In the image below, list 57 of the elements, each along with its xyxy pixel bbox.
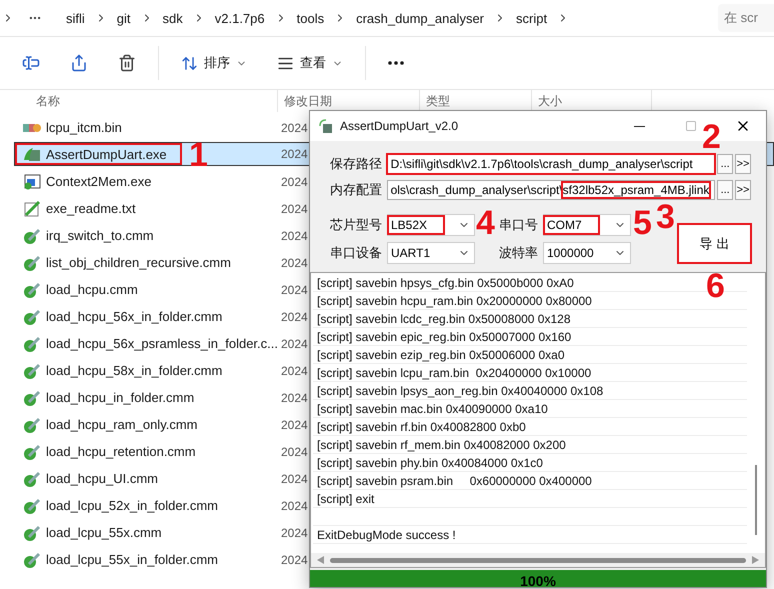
log-line: [script] savebin lcdc_reg.bin 0x50008000 0x128 [313, 310, 747, 328]
file-name: load_hcpu_56x_psramless_in_folder.c... [15, 331, 279, 356]
date-cell-text: 2024 [280, 526, 309, 540]
date-cell-text: 2024 [280, 364, 309, 378]
date-cell-text: 2024 [280, 390, 309, 404]
annotation-number: 2 [702, 120, 721, 154]
annotation-number: 1 [189, 138, 208, 172]
annotation-number: 5 [633, 206, 652, 240]
date-cell-text: 2024 [280, 147, 309, 161]
log-line: [script] savebin rf.bin 0x40082800 0xb0 [313, 418, 747, 436]
log-line: [script] savebin ezip_reg.bin 0x50006000 0xa0 [313, 346, 747, 364]
log-line: [script] exit [313, 490, 747, 508]
log-line: [script] savebin rf_mem.bin 0x40082000 0x200 [313, 436, 747, 454]
file-name: load_lcpu_55x.cmm [15, 520, 279, 545]
log-line: [script] savebin lcpu_ram.bin 0x20400000 0x10000 [313, 364, 747, 382]
log-line: [script] savebin psram.bin 0x60000000 0x400000 [313, 472, 747, 490]
date-cell-text: 2024 [280, 120, 309, 134]
annotation-number: 4 [476, 206, 495, 240]
date-cell-text: 2024 [280, 552, 309, 566]
file-name: load_hcpu_retention.cmm [15, 439, 279, 464]
file-name: load_hcpu_58x_in_folder.cmm [15, 358, 279, 383]
file-name: load_hcpu_in_folder.cmm [15, 385, 279, 410]
field-label: 串口设备 [330, 244, 383, 262]
file-name: load_lcpu_52x_in_folder.cmm [15, 493, 279, 518]
field-label: 保存路径 [330, 155, 383, 173]
log-line: ExitDebugMode success ! [313, 526, 747, 544]
date-cell-text: 2024 [280, 498, 309, 512]
file-name: Context2Mem.exe [15, 169, 279, 194]
log-line: [script] savebin epic_reg.bin 0x50007000 0x160 [313, 328, 747, 346]
date-cell-text: 2024 [280, 256, 309, 270]
file-name: load_hcpu_ram_only.cmm [15, 412, 279, 437]
log-line: [script] savebin lpsys_aon_reg.bin 0x40040000 0x108 [313, 382, 747, 400]
file-name: list_obj_children_recursive.cmm [15, 250, 279, 275]
file-name: lcpu_itcm.bin [15, 115, 279, 140]
progress-label: 100% [519, 572, 557, 587]
file-name: load_hcpu.cmm [15, 277, 279, 302]
date-cell-text: 2024 [280, 310, 309, 324]
file-name: exe_readme.txt [15, 196, 279, 221]
annotation-number: 3 [656, 200, 675, 234]
file-name: AssertDumpUart.exe [15, 143, 182, 165]
date-cell-text: 2024 [280, 444, 309, 458]
file-name: irq_switch_to.cmm [15, 223, 279, 248]
date-cell-text: 2024 [280, 418, 309, 432]
date-cell-text: 2024 [280, 472, 309, 486]
log-line: [script] savebin phy.bin 0x40084000 0x1c0 [313, 454, 747, 472]
file-name: load_hcpu_56x_in_folder.cmm [15, 304, 279, 329]
date-cell-text: 2024 [280, 202, 309, 216]
window-title: AssertDumpUart_v2.0 [340, 119, 460, 133]
field-label: 芯片型号 [330, 216, 383, 234]
file-name: load_lcpu_55x_in_folder.cmm [15, 547, 279, 572]
field-label: 内存配置 [330, 181, 383, 199]
date-cell-text: 2024 [280, 228, 309, 242]
date-cell-text: 2024 [280, 282, 309, 296]
log-line: [script] savebin mac.bin 0x40090000 0xa10 [313, 400, 747, 418]
date-cell-text: 2024 [280, 174, 309, 188]
file-name: load_hcpu_UI.cmm [15, 466, 279, 491]
date-cell-text: 2024 [280, 336, 309, 350]
